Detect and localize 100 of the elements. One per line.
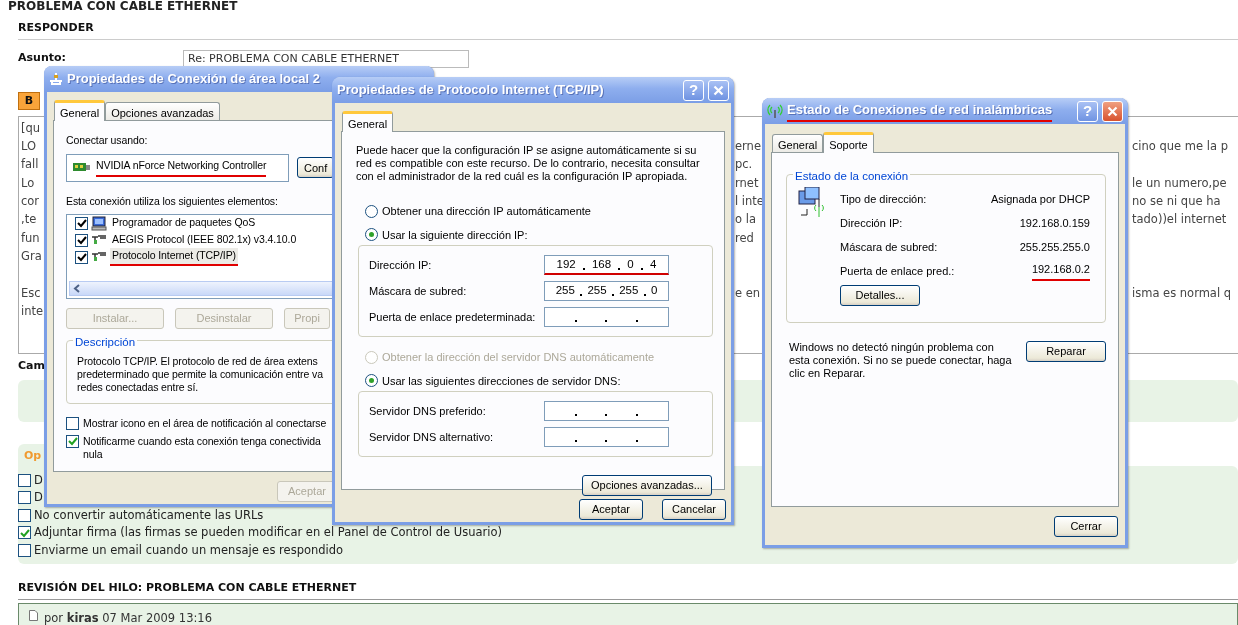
tab[interactable]: General xyxy=(54,100,106,121)
field-label: Esta conexión utiliza los siguientes elementos: xyxy=(66,193,278,209)
message-text: pc. xyxy=(735,156,754,174)
network-card-icon xyxy=(73,162,90,174)
window-title: Estado de Conexiones de red inalámbricas xyxy=(787,99,1053,123)
radio-button[interactable] xyxy=(365,374,378,388)
list-item[interactable]: Programador de paquetes QoS xyxy=(110,215,258,231)
ip-address-field[interactable] xyxy=(544,307,669,327)
bold-button[interactable]: B xyxy=(18,91,40,110)
field-label: Máscara de subred: xyxy=(369,283,468,299)
details-button[interactable]: Detalles... xyxy=(840,285,920,306)
message-text: red xyxy=(735,229,755,247)
close-button[interactable] xyxy=(708,79,729,101)
field-label: Conectar usando: xyxy=(66,133,148,148)
checkbox[interactable] xyxy=(18,508,31,522)
message-text: fun xyxy=(21,229,41,247)
network-icon xyxy=(49,73,63,85)
tab[interactable]: Opciones avanzadas xyxy=(105,102,220,120)
post-byline: por kiras 07 Mar 2009 13:16 xyxy=(44,610,212,625)
checkbox-label: Notificarme cuando esta conexión tenga conectivida nula xyxy=(83,434,321,461)
close-dialog-button[interactable]: Cerrar xyxy=(1054,516,1118,537)
tab[interactable]: General xyxy=(772,134,824,152)
tab[interactable]: Soporte xyxy=(823,132,874,153)
field-label: Dirección IP: xyxy=(840,215,903,231)
field-value: 255.255.255.0 xyxy=(1019,239,1090,255)
radio-label: Obtener una dirección IP automáticamente xyxy=(382,204,591,219)
field-label: Puerta de enlace pred.: xyxy=(840,263,955,279)
field-label: Asunto: xyxy=(18,50,67,67)
ip-address-field[interactable]: 192 168 0 4 xyxy=(544,255,669,275)
message-text: inte xyxy=(21,303,43,321)
window-title: Propiedades de Conexión de área local 2 xyxy=(67,70,320,89)
checkbox[interactable] xyxy=(66,434,79,448)
ip-address-field[interactable]: 255 255 255 0 xyxy=(544,281,669,301)
field-value: Asignada por DHCP xyxy=(990,191,1090,207)
field-label: Cam xyxy=(18,357,45,372)
dialog-button[interactable]: Aceptar xyxy=(579,499,643,520)
advanced-options-button[interactable]: Opciones avanzadas... xyxy=(582,475,712,496)
message-text: ,te xyxy=(21,211,38,229)
checkbox[interactable] xyxy=(75,250,88,264)
page-title: PROBLEMA CON CABLE ETHERNET xyxy=(8,0,239,14)
field-label: Tipo de dirección: xyxy=(840,191,927,207)
message-text: cino que me la p xyxy=(1132,137,1229,155)
field-label: Puerta de enlace predeterminada: xyxy=(369,309,537,325)
message-text: fall xyxy=(21,156,40,174)
section-heading: REVISIÓN DEL HILO: PROBLEMA CON CABLE ETHERNET xyxy=(18,579,1238,600)
ip-address-field[interactable] xyxy=(544,401,669,421)
close-button[interactable] xyxy=(1102,100,1123,122)
checkbox[interactable] xyxy=(18,543,31,557)
field-value: 192.168.0.159 xyxy=(1019,215,1090,231)
field-label: Dirección IP: xyxy=(369,257,433,273)
message-text: LO xyxy=(21,137,38,155)
message-text: erne xyxy=(735,137,762,155)
message-text: le un numero,pe xyxy=(1132,174,1228,192)
message-text: isma es normal q xyxy=(1132,285,1233,302)
window-title: Propiedades de Protocolo Internet (TCP/IP) xyxy=(337,81,604,100)
option-label: D xyxy=(34,471,43,489)
option-label: No convertir automáticamente las URLs xyxy=(34,506,264,524)
message-text: cor xyxy=(21,193,41,211)
checkbox[interactable] xyxy=(18,526,31,540)
message-text: no se ni que ha xyxy=(1132,193,1222,211)
list-item[interactable]: AEGIS Protocol (IEEE 802.1x) v3.4.10.0 xyxy=(110,232,299,248)
field-label: Servidor DNS alternativo: xyxy=(369,429,495,445)
dialog-button[interactable]: Cancelar xyxy=(662,499,726,520)
checkbox[interactable] xyxy=(18,491,31,505)
repair-button[interactable]: Reparar xyxy=(1026,341,1106,362)
checkbox-label: Mostrar icono en el área de notificación al conectarse xyxy=(83,416,327,430)
subject-field[interactable]: Re: PROBLEMA CON CABLE ETHERNET xyxy=(183,49,469,68)
close-icon xyxy=(1107,105,1118,117)
option-label: Adjuntar firma (las firmas se pueden modificar en el Panel de Control de Usuario) xyxy=(34,524,502,542)
message-text: tado))el internet xyxy=(1132,211,1228,229)
radio-label: Usar la siguiente dirección IP: xyxy=(382,227,528,243)
message-text: rnet xyxy=(735,174,760,192)
configure-button[interactable]: Conf xyxy=(297,157,335,179)
checkbox[interactable] xyxy=(66,416,79,430)
description-text: Protocolo TCP/IP. El protocolo de red de área extens predeterminado que permite la comunicación entre va redes conectadas entre sí. xyxy=(77,354,323,394)
checkbox[interactable] xyxy=(75,216,88,230)
radio-label: Usar las siguientes direcciones de servidor DNS: xyxy=(382,373,621,389)
message-text: Gra xyxy=(21,248,43,266)
adapter-name: NVIDIA nForce Networking Controller xyxy=(96,158,267,178)
close-icon xyxy=(713,84,724,96)
field-label: Servidor DNS preferido: xyxy=(369,403,487,419)
message-text: Lo xyxy=(21,174,36,192)
field-value: 192.168.0.2 xyxy=(1031,261,1090,281)
message-text: e en xyxy=(735,285,762,302)
option-label: Enviarme un email cuando un mensaje es respondido xyxy=(34,541,344,559)
wireless-icon xyxy=(767,104,783,118)
intro-text: Puede hacer que la configuración IP se asigne automáticamente si su red es compatible con este recurso. De lo contrario, necesita consultar con el administrador de la red cuál es la configuración IP apropiada. xyxy=(356,144,701,183)
list-item[interactable]: Protocolo Internet (TCP/IP) xyxy=(110,248,238,266)
radio-button[interactable] xyxy=(365,204,378,218)
tab[interactable]: General xyxy=(342,111,394,132)
checkbox[interactable] xyxy=(75,233,88,247)
field-label: Máscara de subred: xyxy=(840,239,938,255)
radio-button[interactable] xyxy=(365,228,378,242)
computer-icon xyxy=(91,215,107,231)
status-message: Windows no detectó ningún problema con esta conexión. Si no se puede conectar, haga clic en Reparar. xyxy=(789,341,1013,380)
message-text: Esc xyxy=(21,285,42,302)
checkbox[interactable] xyxy=(18,473,31,487)
file-icon xyxy=(29,610,38,621)
message-text: o la xyxy=(735,211,757,229)
ip-address-field[interactable] xyxy=(544,427,669,447)
